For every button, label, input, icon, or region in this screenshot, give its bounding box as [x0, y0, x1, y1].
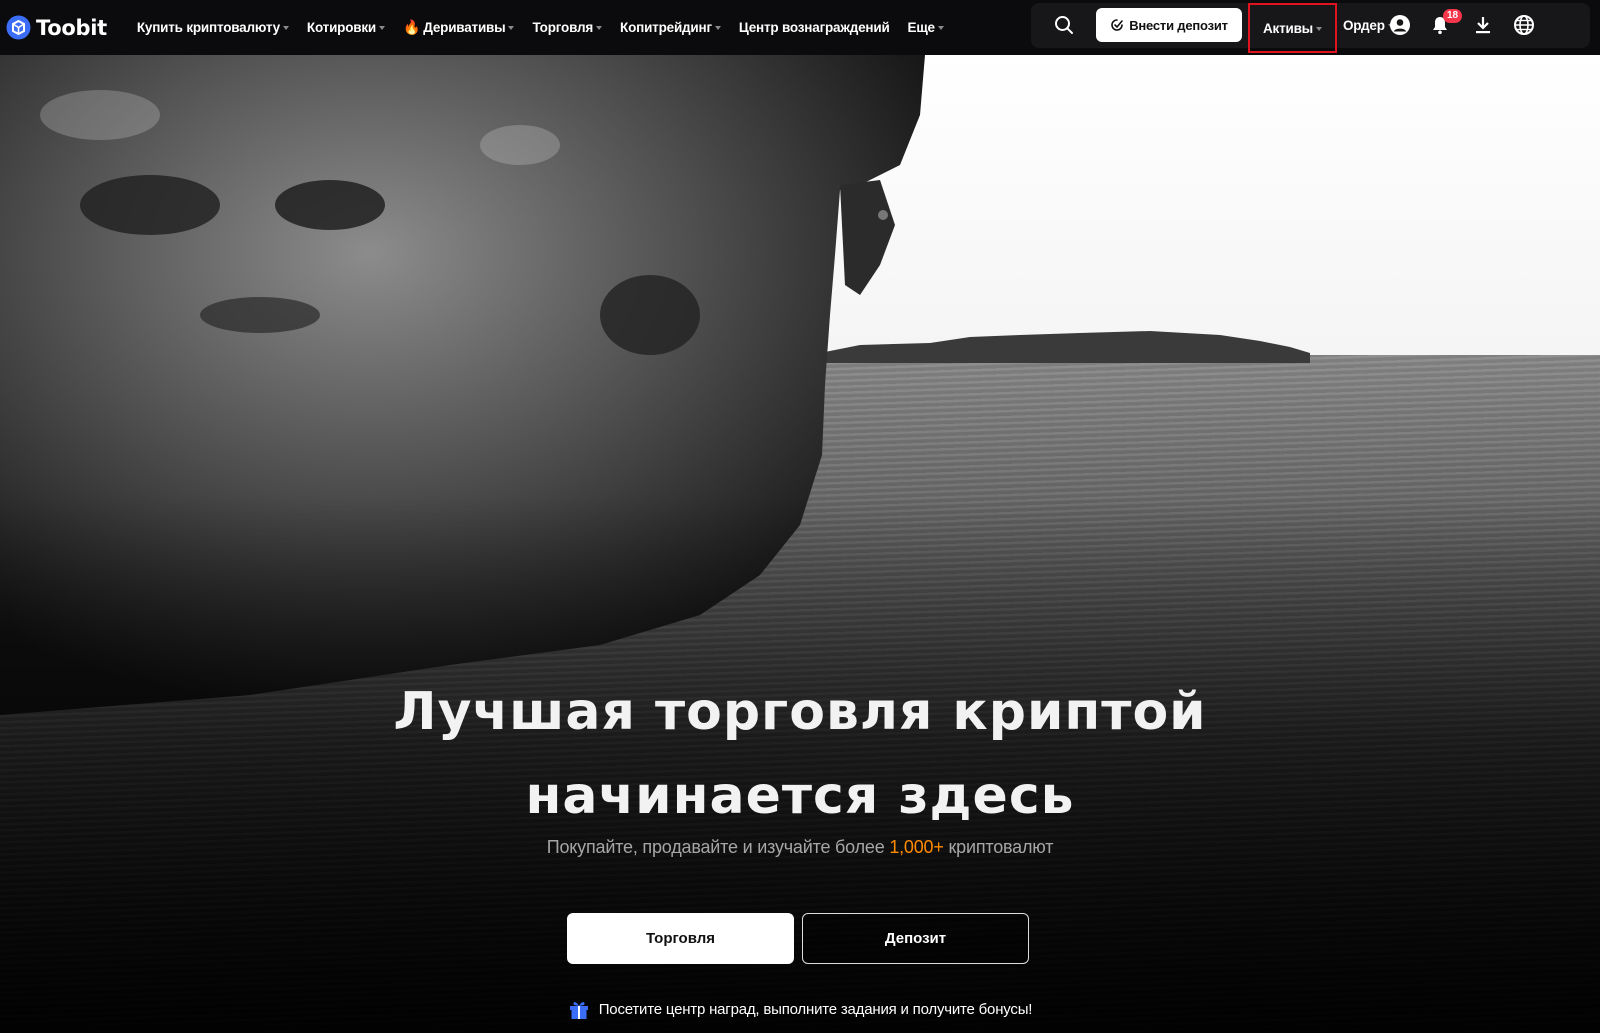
hero-subtitle-start: Покупайте, продавайте и изучайте более: [546, 837, 890, 857]
nav-rewards-center-label: Центр вознаграждений: [738, 20, 890, 35]
orders-menu[interactable]: Ордер: [1343, 3, 1394, 48]
gift-icon: [569, 1002, 588, 1019]
nav-derivatives-label: Деривативы: [423, 20, 506, 35]
notifications-button[interactable]: 18: [1429, 9, 1463, 36]
notification-count-badge: 18: [1443, 9, 1463, 23]
rewards-banner-text: Посетите центр наград, выполните задания…: [598, 1000, 1033, 1018]
header-actions: Внести депозит Активы Ордер 18: [1031, 3, 1590, 53]
hero-title-line2: начинается здесь: [525, 766, 1075, 826]
deposit-button[interactable]: Внести депозит: [1096, 8, 1242, 42]
nav-copy-trading-label: Копитрейдинг: [620, 20, 712, 35]
nav-more[interactable]: Еще: [908, 20, 944, 35]
search-icon[interactable]: [1053, 14, 1075, 36]
chevron-down-icon: [379, 26, 386, 30]
download-button[interactable]: [1472, 14, 1494, 36]
chevron-down-icon: [937, 26, 944, 30]
account-button[interactable]: [1389, 14, 1411, 36]
orders-menu-label: Ордер: [1343, 18, 1385, 33]
user-avatar-icon: [1390, 15, 1410, 35]
toobit-logo-icon: [6, 15, 31, 40]
hero-subtitle-count: 1,000+: [889, 837, 944, 857]
download-icon: [1476, 17, 1490, 34]
nav-markets[interactable]: Котировки: [306, 20, 386, 35]
hero-banner: Лучшая торговля криптой начинается здесь…: [0, 55, 1600, 1033]
brand-name: Toobit: [36, 15, 107, 40]
chevron-down-icon: [596, 26, 603, 30]
trade-button[interactable]: Торговля: [567, 913, 794, 964]
nav-buy-crypto-label: Купить криптовалюту: [136, 20, 280, 35]
deposit-button-label: Внести депозит: [1129, 17, 1228, 33]
globe-icon: [1514, 15, 1534, 35]
hero-subtitle: Покупайте, продавайте и изучайте более 1…: [0, 837, 1600, 858]
nav-more-label: Еще: [907, 20, 936, 35]
main-nav: Купить криптовалюту Котировки 🔥 Деривати…: [137, 0, 962, 55]
brand-logo[interactable]: Toobit: [6, 0, 107, 55]
fire-icon: 🔥: [403, 19, 421, 35]
nav-buy-crypto[interactable]: Купить криптовалюту: [137, 20, 289, 35]
deposit-icon: [1111, 19, 1123, 31]
language-button[interactable]: [1513, 14, 1535, 36]
assets-menu[interactable]: Активы: [1248, 3, 1337, 53]
nav-rewards-center[interactable]: Центр вознаграждений: [739, 20, 890, 35]
nav-markets-label: Котировки: [306, 20, 377, 35]
chevron-down-icon: [1316, 26, 1323, 31]
hero-title-line1: Лучшая торговля криптой: [393, 682, 1207, 742]
top-navbar: Toobit Купить криптовалюту Котировки 🔥 Д…: [0, 0, 1600, 55]
nav-trade-label: Торговля: [532, 20, 594, 35]
chevron-down-icon: [508, 26, 515, 30]
assets-menu-label: Активы: [1262, 20, 1314, 36]
hero-title: Лучшая торговля криптой начинается здесь: [0, 670, 1600, 838]
chevron-down-icon: [282, 26, 289, 30]
chevron-down-icon: [714, 26, 721, 30]
rewards-banner-link[interactable]: Посетите центр наград, выполните задания…: [0, 998, 1600, 1020]
hero-deposit-button[interactable]: Депозит: [802, 913, 1029, 964]
hero-overlay: [0, 55, 1600, 1033]
nav-copy-trading[interactable]: Копитрейдинг: [620, 20, 721, 35]
nav-trade[interactable]: Торговля: [532, 20, 603, 35]
hero-subtitle-end: криптовалют: [943, 837, 1054, 857]
nav-derivatives[interactable]: 🔥 Деривативы: [403, 19, 515, 36]
